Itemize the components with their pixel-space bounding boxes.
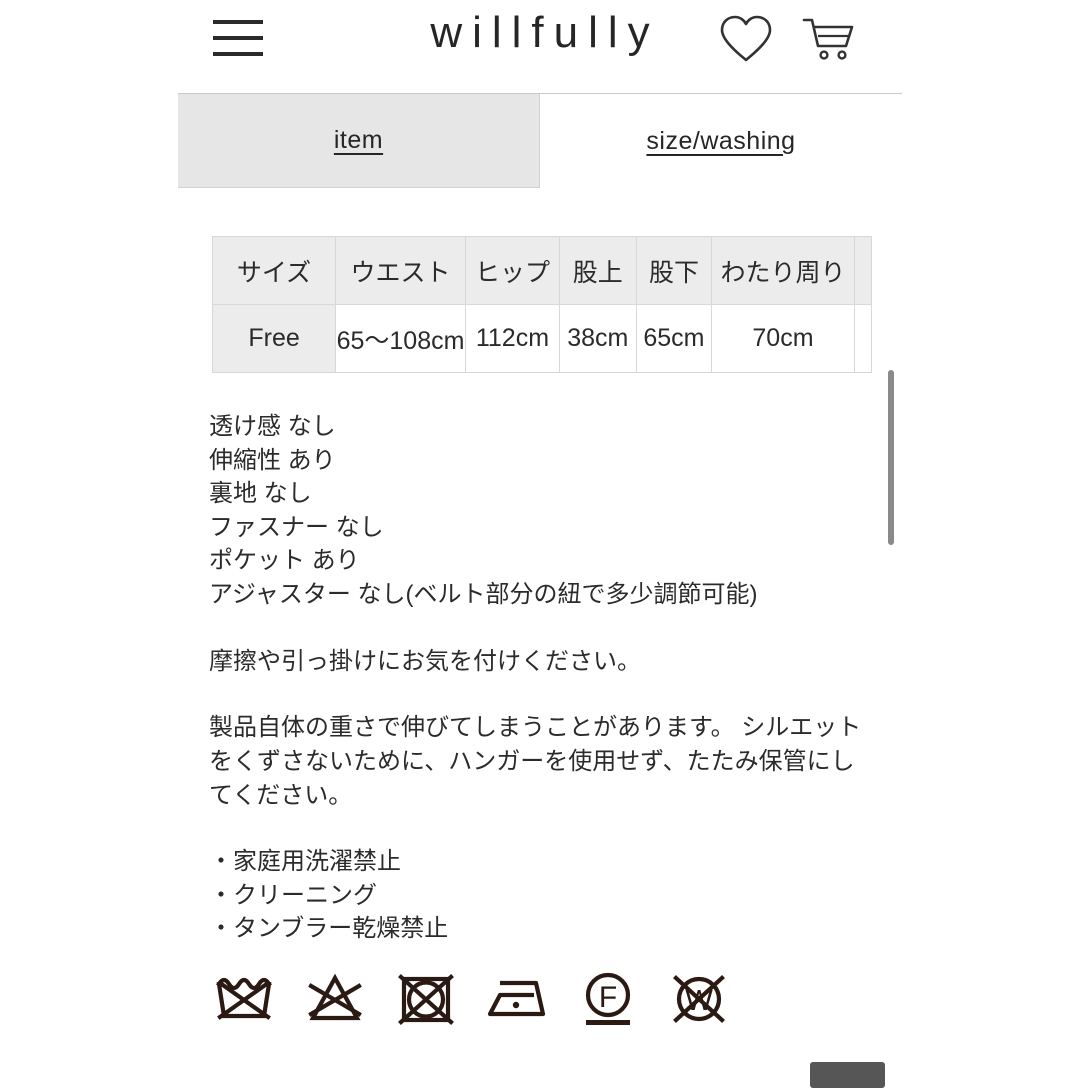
- tab-item[interactable]: item: [178, 94, 540, 188]
- cell-inseam: 65cm: [635, 304, 713, 373]
- bottom-floating-pill[interactable]: [810, 1062, 885, 1088]
- tab-size-washing[interactable]: size/washing: [540, 94, 902, 188]
- shopping-cart-icon[interactable]: [801, 14, 857, 69]
- tab-item-label: item: [333, 126, 384, 154]
- care-instruction-list: ・家庭用洗濯禁止 ・クリーニング ・タンブラー乾燥禁止: [209, 845, 869, 946]
- svg-text:F: F: [599, 981, 617, 1014]
- cell-waist: 65〜108cm: [335, 304, 466, 373]
- spec-pocket: ポケット あり: [209, 547, 360, 574]
- iron-low-heat-icon: [482, 964, 552, 1034]
- site-header: willfully: [0, 0, 1080, 78]
- tab-size-washing-label: size/washing: [646, 126, 796, 155]
- column-header-hip: ヒップ: [464, 236, 560, 305]
- note-storage: 製品自体の重さで伸びてしまうことがあります。 シルエットをくずさないために、ハン…: [209, 714, 862, 809]
- care-symbol-row: F W: [209, 963, 769, 1035]
- heart-icon[interactable]: [718, 14, 774, 69]
- product-detail-tabs: item size/washing: [178, 94, 902, 188]
- care-bullet-no-tumble-dry: ・タンブラー乾燥禁止: [209, 915, 449, 942]
- cell-overflow: [853, 304, 872, 373]
- do-not-bleach-icon: [300, 964, 370, 1034]
- spec-sheerness: 透け感 なし: [209, 413, 336, 440]
- spec-adjuster: アジャスター なし(ベルト部分の紐で多少調節可能): [209, 580, 758, 608]
- care-bullet-dry-clean: ・クリーニング: [209, 881, 377, 909]
- cell-hip: 112cm: [464, 304, 560, 373]
- column-header-rise: 股上: [558, 236, 637, 305]
- do-not-wet-clean-icon: W: [664, 964, 734, 1034]
- cell-rise: 38cm: [558, 304, 637, 373]
- care-bullet-no-home-wash: ・家庭用洗濯禁止: [209, 848, 401, 875]
- column-header-thigh: わたり周り: [711, 236, 855, 305]
- spec-lining: 裏地 なし: [209, 480, 312, 507]
- column-header-inseam: 股下: [635, 236, 713, 305]
- column-header-size: サイズ: [212, 236, 337, 305]
- column-header-overflow: [853, 236, 872, 305]
- vertical-scrollbar-thumb[interactable]: [888, 370, 894, 545]
- column-header-waist: ウエスト: [335, 236, 466, 305]
- note-friction: 摩擦や引っ掛けにお気を付けください。: [209, 648, 641, 675]
- table-header-row: サイズ ウエスト ヒップ 股上 股下 わたり周り: [212, 236, 872, 305]
- dry-clean-petroleum-mild-icon: F: [573, 964, 643, 1034]
- spec-stretch: 伸縮性 あり: [209, 446, 336, 474]
- cell-size: Free: [212, 304, 337, 373]
- cell-thigh: 70cm: [711, 304, 855, 373]
- spec-list: 透け感 なし 伸縮性 あり 裏地 なし ファスナー なし ポケット あり アジャ…: [209, 410, 869, 611]
- do-not-wash-icon: [209, 964, 279, 1034]
- spec-zipper: ファスナー なし: [209, 513, 384, 541]
- do-not-tumble-dry-icon: [391, 964, 461, 1034]
- table-row: Free 65〜108cm 112cm 38cm 65cm 70cm: [212, 304, 872, 373]
- brand-logo[interactable]: willfully: [0, 8, 1080, 58]
- size-table: サイズ ウエスト ヒップ 股上 股下 わたり周り Free 65〜108cm 1…: [212, 236, 872, 373]
- size-table-scroll-area[interactable]: サイズ ウエスト ヒップ 股上 股下 わたり周り Free 65〜108cm 1…: [212, 236, 872, 376]
